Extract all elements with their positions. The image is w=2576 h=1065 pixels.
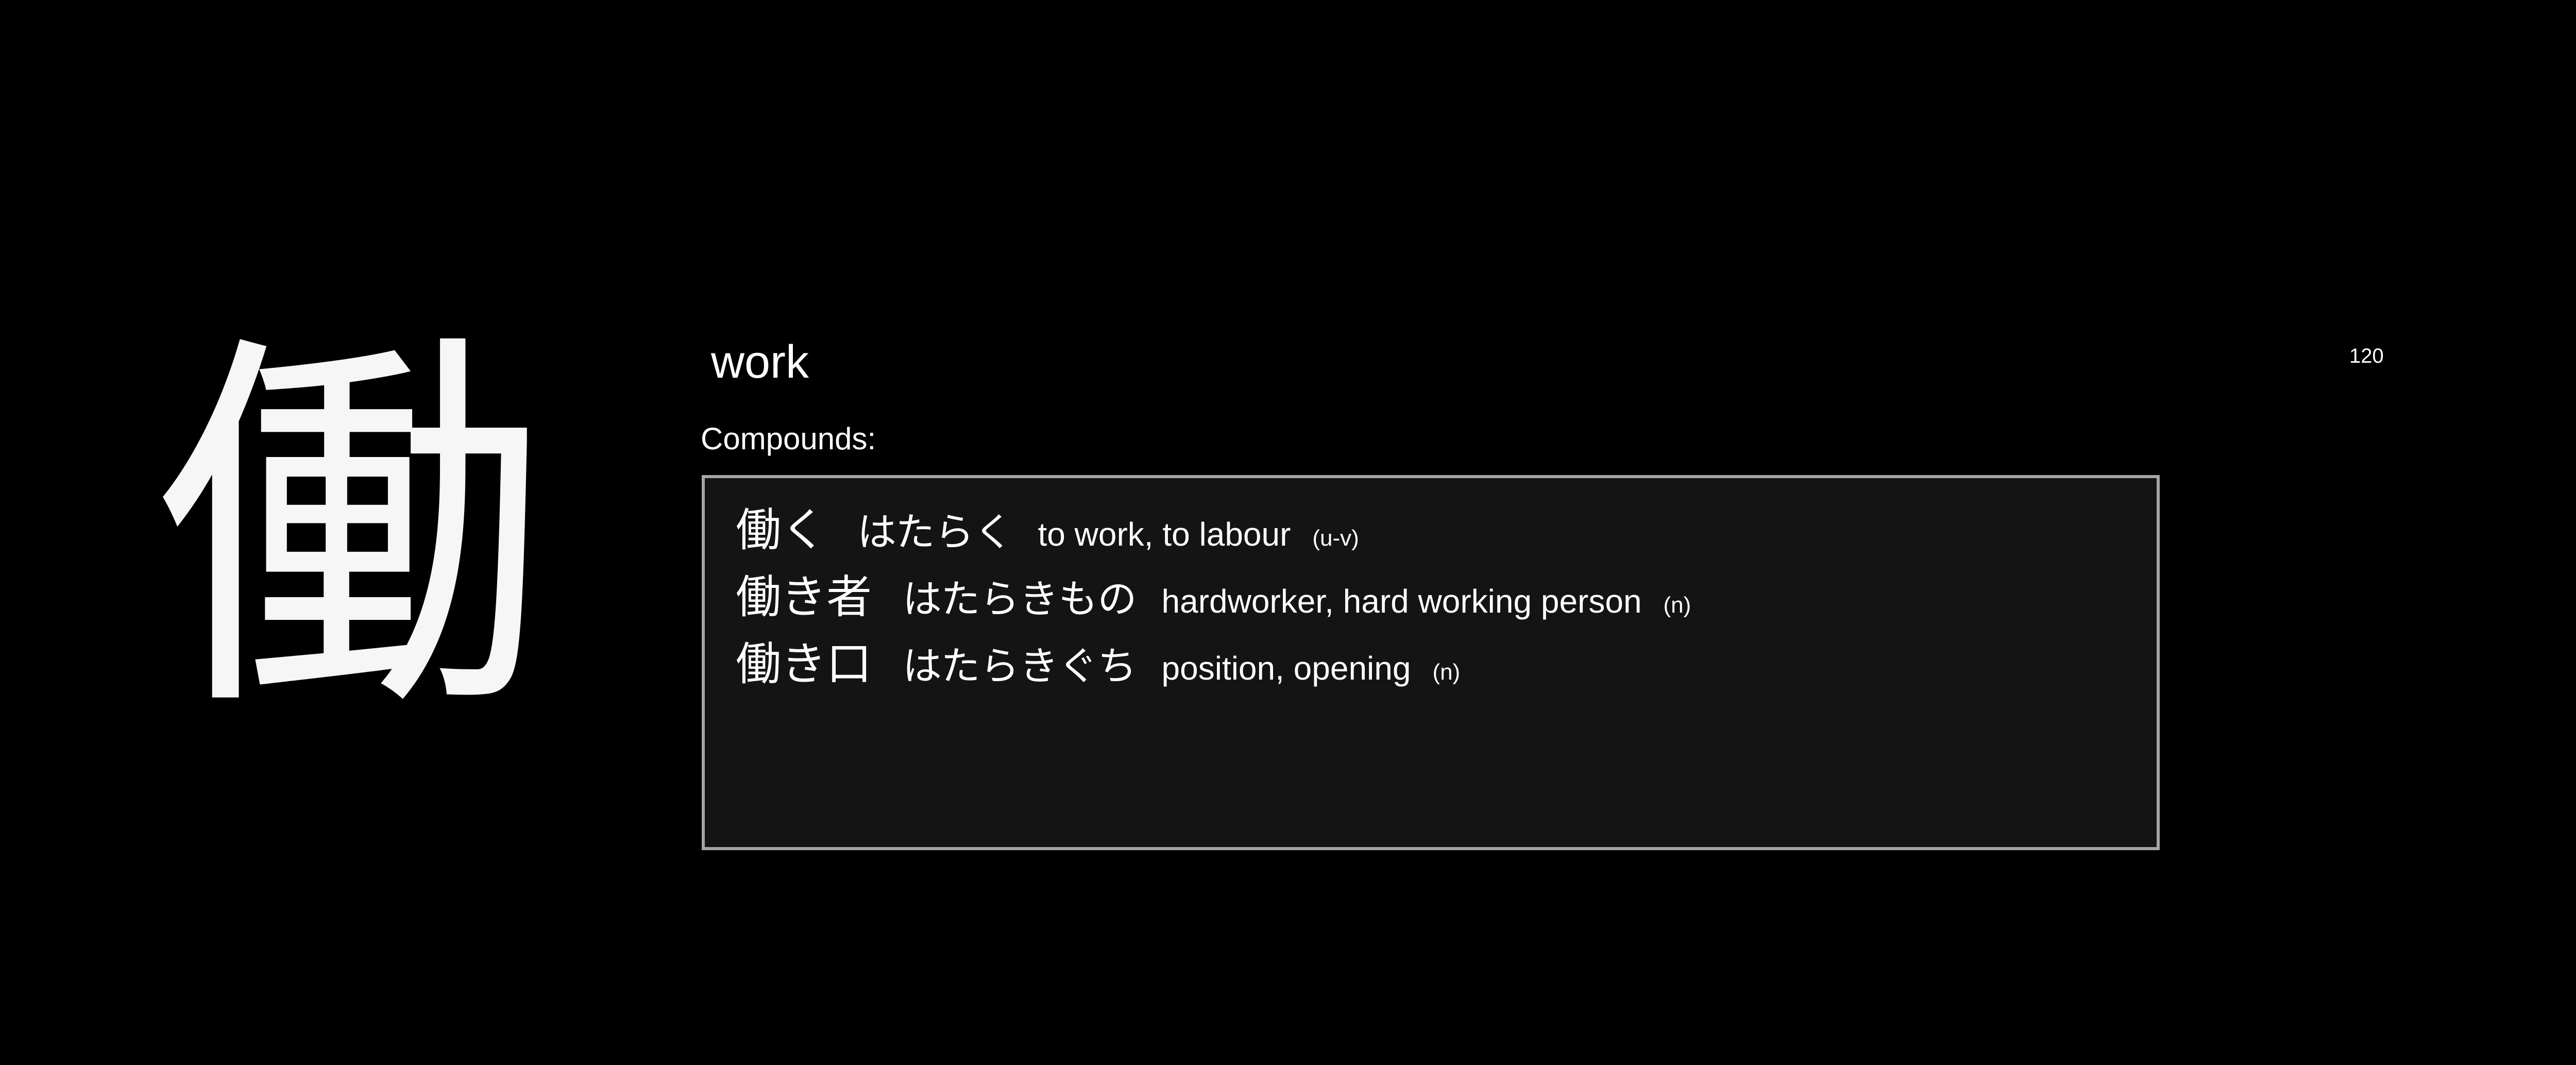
kanji-character: 働: [155, 303, 546, 758]
kanji-meaning: work: [711, 336, 809, 388]
compound-reading: はたらきぐち: [903, 643, 1137, 689]
compound-word: 働き口: [736, 637, 872, 690]
compound-part-of-speech: (n): [1432, 660, 1461, 685]
compounds-list: 働く はたらく to work, to labour (u-v) 働き者 はたら…: [702, 475, 2160, 850]
compound-word: 働き者: [736, 570, 872, 623]
compounds-label: Compounds:: [701, 421, 876, 456]
compound-part-of-speech: (n): [1663, 593, 1691, 618]
compound-row: 働き者 はたらきもの hardworker, hard working pers…: [736, 561, 2157, 628]
compound-gloss: position, opening: [1161, 650, 1411, 687]
compound-word: 働く: [736, 503, 827, 556]
compound-row: 働く はたらく to work, to labour (u-v): [736, 494, 2157, 561]
compound-gloss: hardworker, hard working person: [1161, 583, 1642, 620]
compound-part-of-speech: (u-v): [1312, 526, 1359, 551]
compound-reading: はたらきもの: [903, 576, 1137, 622]
frequency-rank: 120: [2349, 345, 2384, 367]
compound-row: 働き口 はたらきぐち position, opening (n): [736, 628, 2157, 695]
compound-gloss: to work, to labour: [1038, 516, 1291, 553]
compound-reading: はたらく: [857, 509, 1013, 555]
